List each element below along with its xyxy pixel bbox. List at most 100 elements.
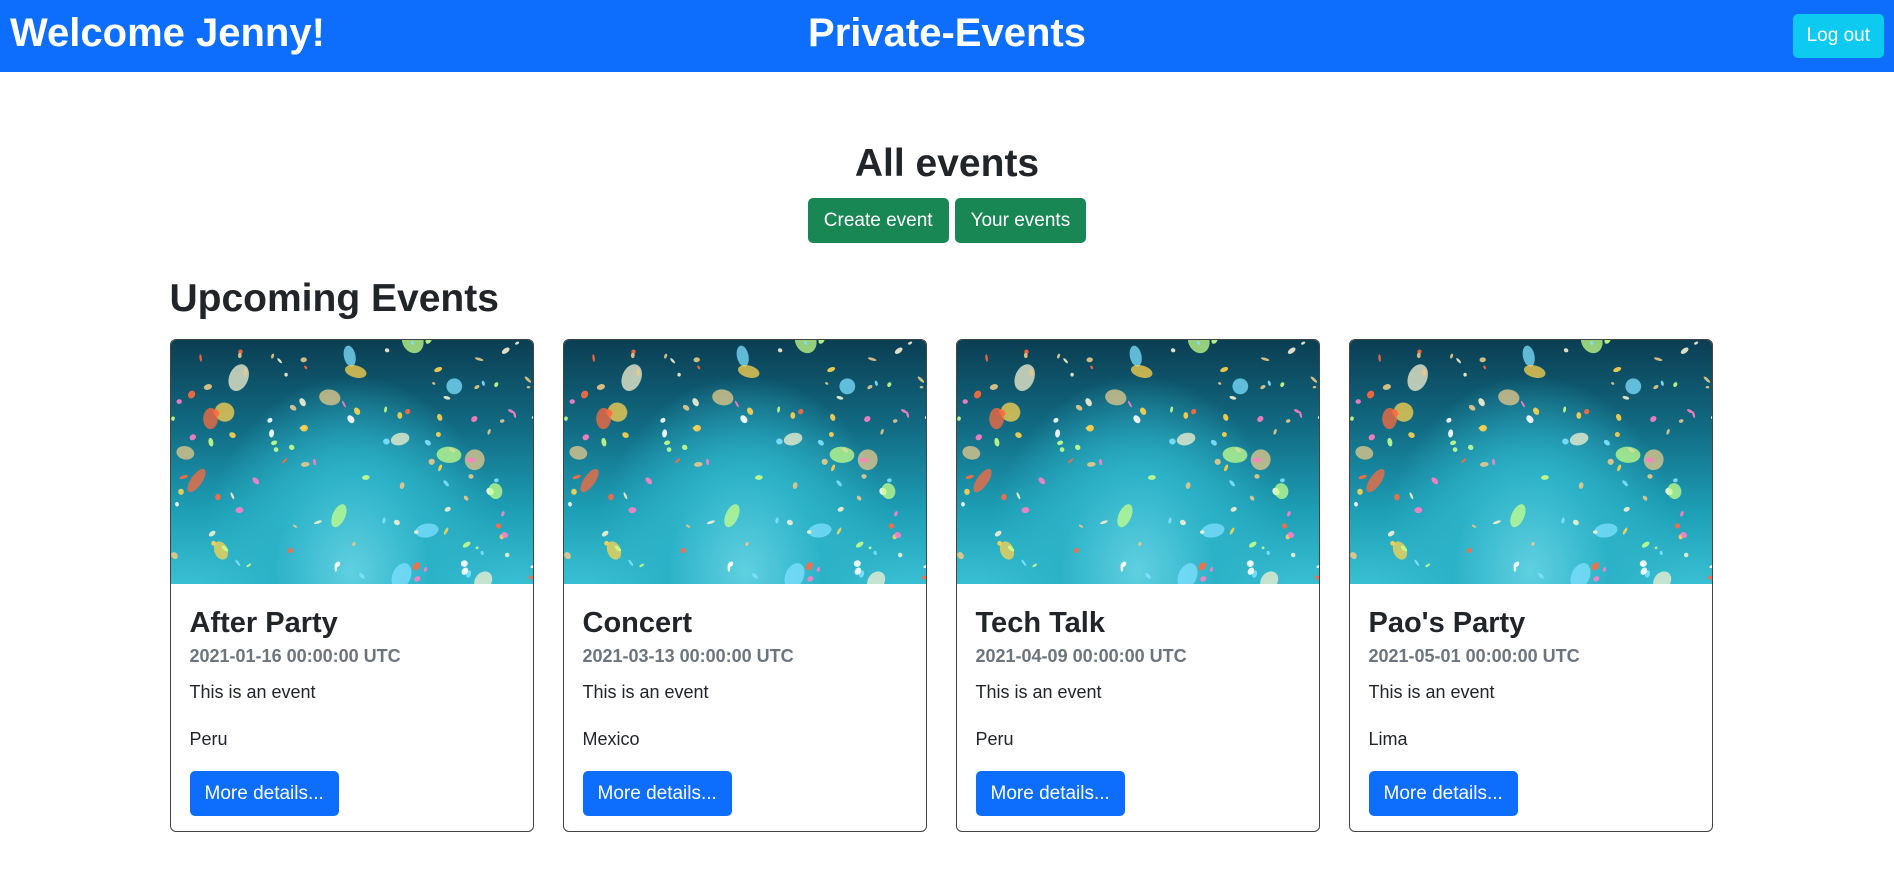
confetti-piece — [1273, 483, 1288, 500]
confetti-piece — [170, 416, 175, 421]
page-title: All events — [854, 142, 1040, 185]
confetti-piece — [1610, 382, 1614, 385]
confetti-piece — [1678, 419, 1683, 423]
confetti-piece — [1349, 552, 1357, 560]
confetti-piece — [1491, 458, 1495, 466]
confetti-piece — [1614, 432, 1620, 437]
confetti-piece — [1222, 446, 1247, 463]
confetti-piece — [828, 432, 834, 437]
confetti-graphic — [170, 340, 533, 584]
confetti-piece — [270, 353, 274, 359]
confetti-piece — [1349, 416, 1354, 421]
confetti-piece — [208, 530, 215, 537]
confetti-piece — [1312, 385, 1316, 389]
confetti-piece — [1147, 475, 1156, 480]
confetti-piece — [303, 365, 307, 370]
confetti-piece — [474, 357, 483, 362]
confetti-piece — [874, 380, 878, 386]
logout-button[interactable]: Log out — [1792, 14, 1884, 58]
confetti-piece — [776, 406, 780, 413]
confetti-piece — [1705, 385, 1709, 389]
confetti-piece — [1578, 482, 1583, 489]
confetti-piece — [1471, 524, 1476, 528]
confetti-piece — [1497, 389, 1519, 406]
confetti-piece — [972, 468, 992, 493]
confetti-piece — [1222, 413, 1228, 421]
confetti-piece — [1279, 382, 1284, 388]
confetti-piece — [568, 445, 587, 460]
confetti-piece — [1062, 358, 1068, 364]
confetti-piece — [1569, 432, 1588, 446]
confetti-piece — [1281, 523, 1287, 529]
your-events-button[interactable]: Your events — [954, 198, 1087, 243]
confetti-piece — [1355, 399, 1361, 404]
confetti-piece — [391, 563, 411, 584]
confetti-piece — [917, 376, 924, 383]
more-details-button[interactable]: More details... — [1368, 771, 1518, 816]
confetti-piece — [563, 552, 571, 560]
confetti-piece — [1654, 546, 1658, 550]
event-card: Pao's Party 2021-05-01 00:00:00 UTC This… — [1348, 339, 1713, 832]
more-details-button[interactable]: More details... — [975, 771, 1125, 816]
confetti-piece — [227, 364, 249, 391]
event-card: Concert 2021-03-13 00:00:00 UTC This is … — [562, 339, 927, 832]
confetti-piece — [1621, 480, 1628, 487]
confetti-piece — [1624, 378, 1641, 395]
brand-link[interactable]: Private-Events — [808, 11, 1086, 55]
confetti-piece — [481, 380, 485, 386]
confetti-piece — [198, 354, 202, 362]
confetti-piece — [1560, 517, 1565, 524]
confetti-piece — [287, 548, 293, 553]
confetti-piece — [203, 384, 212, 390]
event-location: Peru — [975, 729, 1014, 749]
confetti-piece — [663, 440, 670, 446]
confetti-piece — [1358, 474, 1367, 480]
confetti-piece — [1540, 475, 1549, 480]
confetti-piece — [270, 440, 277, 446]
more-details-button[interactable]: More details... — [189, 771, 339, 816]
event-date: 2021-05-01 00:00:00 UTC — [1368, 646, 1580, 666]
confetti-piece — [962, 399, 968, 404]
confetti-piece — [1229, 395, 1236, 400]
confetti-piece — [1482, 365, 1486, 370]
confetti-piece — [1078, 524, 1083, 528]
confetti-piece — [1116, 504, 1133, 528]
confetti-piece — [963, 488, 970, 495]
confetti-piece — [175, 445, 194, 460]
confetti-piece — [433, 367, 442, 373]
confetti-piece — [1368, 434, 1375, 441]
confetti-piece — [829, 413, 835, 421]
confetti-piece — [1603, 439, 1610, 446]
confetti-piece — [235, 507, 243, 514]
confetti-piece — [501, 347, 510, 354]
confetti-piece — [445, 378, 462, 395]
more-details-button[interactable]: More details... — [582, 771, 732, 816]
confetti-piece — [1228, 480, 1235, 487]
confetti-piece — [1177, 563, 1197, 584]
confetti-piece — [493, 478, 499, 483]
confetti-piece — [341, 400, 346, 408]
confetti-piece — [1176, 432, 1195, 446]
confetti-piece — [404, 408, 410, 415]
confetti-piece — [784, 563, 804, 584]
confetti-piece — [300, 357, 307, 363]
confetti-piece — [283, 372, 288, 377]
confetti-piece — [412, 562, 420, 571]
confetti-piece — [1054, 429, 1060, 438]
confetti-piece — [1593, 523, 1618, 538]
confetti-piece — [661, 429, 667, 438]
confetti-piece — [1253, 474, 1260, 479]
confetti-piece — [1085, 424, 1094, 432]
confetti-piece — [251, 477, 259, 485]
confetti-piece — [1653, 357, 1662, 362]
confetti-piece — [1217, 382, 1221, 385]
confetti-piece — [994, 530, 1001, 537]
confetti-piece — [424, 439, 431, 446]
confetti-piece — [1086, 461, 1096, 467]
create-event-button[interactable]: Create event — [807, 198, 949, 243]
confetti-piece — [1449, 353, 1453, 359]
confetti-piece — [313, 520, 322, 525]
confetti-piece — [1455, 358, 1461, 364]
confetti-piece — [1073, 548, 1079, 553]
confetti-piece — [1479, 461, 1489, 467]
